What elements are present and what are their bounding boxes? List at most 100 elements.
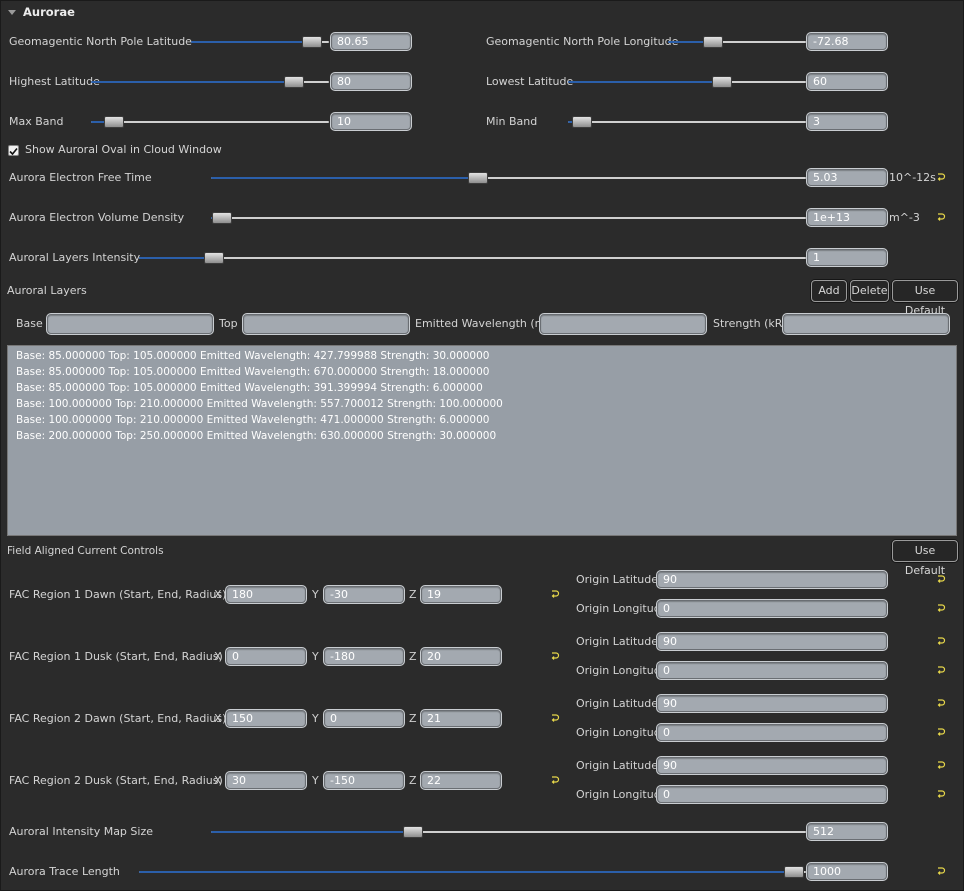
fac-z-input[interactable]: 19 [421, 586, 501, 603]
reset-icon[interactable] [551, 590, 561, 600]
add-layer-button[interactable]: Add [811, 280, 847, 302]
min-band-slider-thumb[interactable] [572, 116, 592, 128]
reset-icon[interactable] [937, 213, 947, 223]
trace-length-slider[interactable] [139, 871, 806, 873]
np-lat-label: Geomagentic North Pole Latitude [9, 35, 192, 48]
electron-free-time-input[interactable]: 5.03 [807, 169, 887, 186]
reset-icon[interactable] [551, 776, 561, 786]
y-label: Y [312, 588, 319, 601]
wavelength-input[interactable] [540, 314, 706, 334]
lowest-lat-slider[interactable] [568, 81, 806, 83]
list-item[interactable]: Base: 100.000000 Top: 210.000000 Emitted… [16, 396, 503, 412]
strength-label: Strength (kR) [713, 317, 787, 330]
list-item[interactable]: Base: 100.000000 Top: 210.000000 Emitted… [16, 412, 489, 428]
strength-input[interactable] [783, 314, 949, 334]
min-band-input[interactable]: 3 [807, 113, 887, 130]
reset-icon[interactable] [937, 761, 947, 771]
map-size-slider[interactable] [211, 831, 806, 833]
origin-lon-input[interactable]: 0 [657, 724, 887, 741]
fac-x-input[interactable]: 0 [226, 648, 306, 665]
origin-lon-input[interactable]: 0 [657, 786, 887, 803]
electron-density-slider-thumb[interactable] [212, 212, 232, 224]
reset-icon[interactable] [937, 699, 947, 709]
fac-y-input[interactable]: -150 [324, 772, 404, 789]
fac-z-input[interactable]: 21 [421, 710, 501, 727]
layers-intensity-slider[interactable] [139, 257, 806, 259]
np-lon-input[interactable]: -72.68 [807, 33, 887, 50]
fac-z-input[interactable]: 20 [421, 648, 501, 665]
highest-lat-input[interactable]: 80 [331, 73, 411, 90]
fac-y-input[interactable]: -30 [324, 586, 404, 603]
electron-density-slider[interactable] [211, 217, 806, 219]
layers-intensity-input[interactable]: 1 [807, 249, 887, 266]
list-item[interactable]: Base: 85.000000 Top: 105.000000 Emitted … [16, 348, 489, 364]
fac-x-input[interactable]: 30 [226, 772, 306, 789]
layers-use-default-button[interactable]: Use Default [892, 280, 958, 317]
origin-lon-input[interactable]: 0 [657, 600, 887, 617]
y-label: Y [312, 650, 319, 663]
np-lat-input[interactable]: 80.65 [331, 33, 411, 50]
reset-icon[interactable] [937, 666, 947, 676]
layers-intensity-label: Auroral Layers Intensity [9, 251, 141, 264]
highest-lat-slider-thumb[interactable] [284, 76, 304, 88]
fac-z-input[interactable]: 22 [421, 772, 501, 789]
reset-icon[interactable] [937, 173, 947, 183]
origin-lat-input[interactable]: 90 [657, 571, 887, 588]
origin-lon-label: Origin Longitude [576, 664, 668, 677]
reset-icon[interactable] [937, 575, 947, 585]
electron-free-time-slider[interactable] [211, 177, 806, 179]
reset-icon[interactable] [937, 867, 947, 877]
reset-icon[interactable] [937, 728, 947, 738]
fac-x-input[interactable]: 150 [226, 710, 306, 727]
reset-icon[interactable] [937, 790, 947, 800]
reset-icon[interactable] [937, 637, 947, 647]
layers-intensity-slider-thumb[interactable] [204, 252, 224, 264]
electron-free-time-label: Aurora Electron Free Time [9, 171, 152, 184]
delete-layer-button[interactable]: Delete [850, 280, 889, 302]
origin-lon-input[interactable]: 0 [657, 662, 887, 679]
fac-y-input[interactable]: -180 [324, 648, 404, 665]
base-input[interactable] [47, 314, 213, 334]
origin-lat-input[interactable]: 90 [657, 695, 887, 712]
reset-icon[interactable] [551, 714, 561, 724]
show-oval-checkbox[interactable] [8, 145, 19, 156]
origin-lat-label: Origin Latitude [576, 573, 659, 586]
lowest-lat-slider-thumb[interactable] [712, 76, 732, 88]
x-label: X [214, 712, 222, 725]
map-size-input[interactable]: 512 [807, 823, 887, 840]
collapse-triangle-icon[interactable] [8, 10, 16, 15]
top-input[interactable] [243, 314, 409, 334]
list-item[interactable]: Base: 85.000000 Top: 105.000000 Emitted … [16, 380, 483, 396]
origin-lat-label: Origin Latitude [576, 635, 659, 648]
fac-region-label: FAC Region 1 Dawn (Start, End, Radius) [9, 588, 227, 601]
max-band-slider[interactable] [91, 121, 329, 123]
lowest-lat-input[interactable]: 60 [807, 73, 887, 90]
electron-density-input[interactable]: 1e+13 [807, 209, 887, 226]
map-size-label: Auroral Intensity Map Size [9, 825, 153, 838]
fac-y-input[interactable]: 0 [324, 710, 404, 727]
min-band-slider[interactable] [568, 121, 806, 123]
trace-length-slider-thumb[interactable] [784, 866, 804, 878]
map-size-slider-thumb[interactable] [403, 826, 423, 838]
np-lon-slider[interactable] [668, 41, 806, 43]
origin-lat-input[interactable]: 90 [657, 757, 887, 774]
list-item[interactable]: Base: 85.000000 Top: 105.000000 Emitted … [16, 364, 489, 380]
trace-length-input[interactable]: 1000 [807, 863, 887, 880]
origin-lat-input[interactable]: 90 [657, 633, 887, 650]
reset-icon[interactable] [551, 652, 561, 662]
list-item[interactable]: Base: 200.000000 Top: 250.000000 Emitted… [16, 428, 496, 444]
fac-use-default-button[interactable]: Use Default [892, 540, 958, 577]
np-lon-slider-thumb[interactable] [703, 36, 723, 48]
np-lat-slider-thumb[interactable] [302, 36, 322, 48]
show-oval-label: Show Auroral Oval in Cloud Window [25, 143, 222, 156]
max-band-input[interactable]: 10 [331, 113, 411, 130]
origin-lon-label: Origin Longitude [576, 788, 668, 801]
reset-icon[interactable] [937, 604, 947, 614]
max-band-slider-thumb[interactable] [104, 116, 124, 128]
fac-x-input[interactable]: 180 [226, 586, 306, 603]
top-label: Top [219, 317, 238, 330]
auroral-layers-list[interactable]: Base: 85.000000 Top: 105.000000 Emitted … [7, 345, 957, 536]
electron-free-time-slider-thumb[interactable] [468, 172, 488, 184]
x-label: X [214, 650, 222, 663]
auroral-layers-title: Auroral Layers [7, 284, 87, 297]
